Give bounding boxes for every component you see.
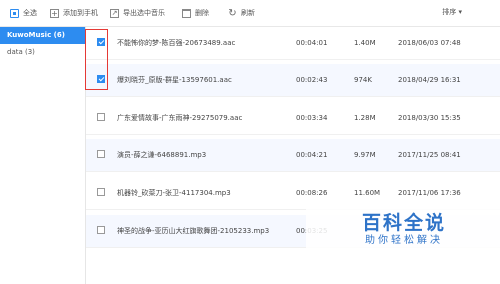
list-item[interactable]: 演员-薛之谦-6468891.mp3 00:04:21 9.97M 2017/1… — [86, 139, 500, 172]
file-size: 1.28M — [354, 114, 376, 122]
export-label: 导出选中音乐 — [123, 9, 165, 17]
toolbar: 全选 + 添加到手机 ↗ 导出选中音乐 删除 ↻ 刷新 排序 ▾ — [0, 0, 500, 27]
checkbox[interactable] — [97, 226, 105, 234]
file-name: 广东爱情故事-广东雨神-29275079.aac — [117, 114, 243, 122]
file-name: 神圣的战争-亚历山大红旗歌舞团-2105233.mp3 — [117, 227, 270, 235]
file-size: 1.40M — [354, 39, 376, 47]
date: 2018/06/03 07:48 — [398, 39, 461, 47]
sort-dropdown[interactable]: 排序 ▾ — [442, 7, 462, 17]
file-size: 974K — [354, 76, 372, 84]
list-item[interactable]: 广东爱情故事-广东雨神-29275079.aac 00:03:34 1.28M … — [86, 102, 500, 135]
date: 2018/03/30 15:35 — [398, 114, 461, 122]
file-name: 爆刘晓芬_原版-群星-13597601.aac — [117, 76, 232, 84]
plus-icon: + — [50, 8, 59, 18]
watermark: 百科全说 助你轻松解决 — [342, 212, 466, 247]
delete-label: 删除 — [195, 9, 209, 17]
refresh-button[interactable]: ↻ 刷新 — [228, 7, 255, 19]
add-to-phone-label: 添加到手机 — [63, 9, 98, 17]
list-item[interactable]: 机器铃_砍菜刀-张卫-4117304.mp3 00:08:26 11.60M 2… — [86, 177, 500, 210]
export-button[interactable]: ↗ 导出选中音乐 — [110, 7, 165, 19]
highlight-box — [85, 29, 108, 90]
select-all-label: 全选 — [23, 9, 37, 17]
checkbox[interactable] — [97, 113, 105, 121]
date: 2018/04/29 16:31 — [398, 76, 461, 84]
delete-button[interactable]: 删除 — [182, 7, 209, 19]
date: 2017/11/25 08:41 — [398, 151, 461, 159]
refresh-label: 刷新 — [241, 9, 255, 17]
duration: 00:08:26 — [296, 189, 328, 197]
watermark-subtitle: 助你轻松解决 — [365, 235, 443, 246]
watermark-title: 百科全说 — [361, 212, 446, 234]
duration: 00:04:01 — [296, 39, 328, 47]
select-all-button[interactable]: 全选 — [10, 7, 37, 19]
date: 2017/11/06 17:36 — [398, 189, 461, 197]
checkbox[interactable] — [97, 150, 105, 158]
sidebar-item-data[interactable]: data (3) — [0, 44, 85, 61]
checkbox[interactable] — [97, 188, 105, 196]
sidebar-item-kuwomusic[interactable]: KuwoMusic (6) — [0, 27, 85, 44]
file-size: 9.97M — [354, 151, 376, 159]
file-name: 机器铃_砍菜刀-张卫-4117304.mp3 — [117, 189, 231, 197]
list-item[interactable]: 爆刘晓芬_原版-群星-13597601.aac 00:02:43 974K 20… — [86, 64, 500, 97]
file-size: 11.60M — [354, 189, 381, 197]
select-all-icon — [10, 8, 19, 18]
list-item[interactable]: 不能怖你的梦-陈百强-20673489.aac 00:04:01 1.40M 2… — [86, 27, 500, 60]
trash-icon — [182, 8, 191, 18]
sidebar: KuwoMusic (6) data (3) — [0, 27, 86, 284]
refresh-icon: ↻ — [228, 7, 237, 19]
duration: 00:02:43 — [296, 76, 328, 84]
add-to-phone-button[interactable]: + 添加到手机 — [50, 7, 98, 19]
file-name: 不能怖你的梦-陈百强-20673489.aac — [117, 39, 236, 47]
duration: 00:03:34 — [296, 114, 328, 122]
duration: 00:04:21 — [296, 151, 328, 159]
file-name: 演员-薛之谦-6468891.mp3 — [117, 151, 207, 159]
export-icon: ↗ — [110, 8, 119, 18]
